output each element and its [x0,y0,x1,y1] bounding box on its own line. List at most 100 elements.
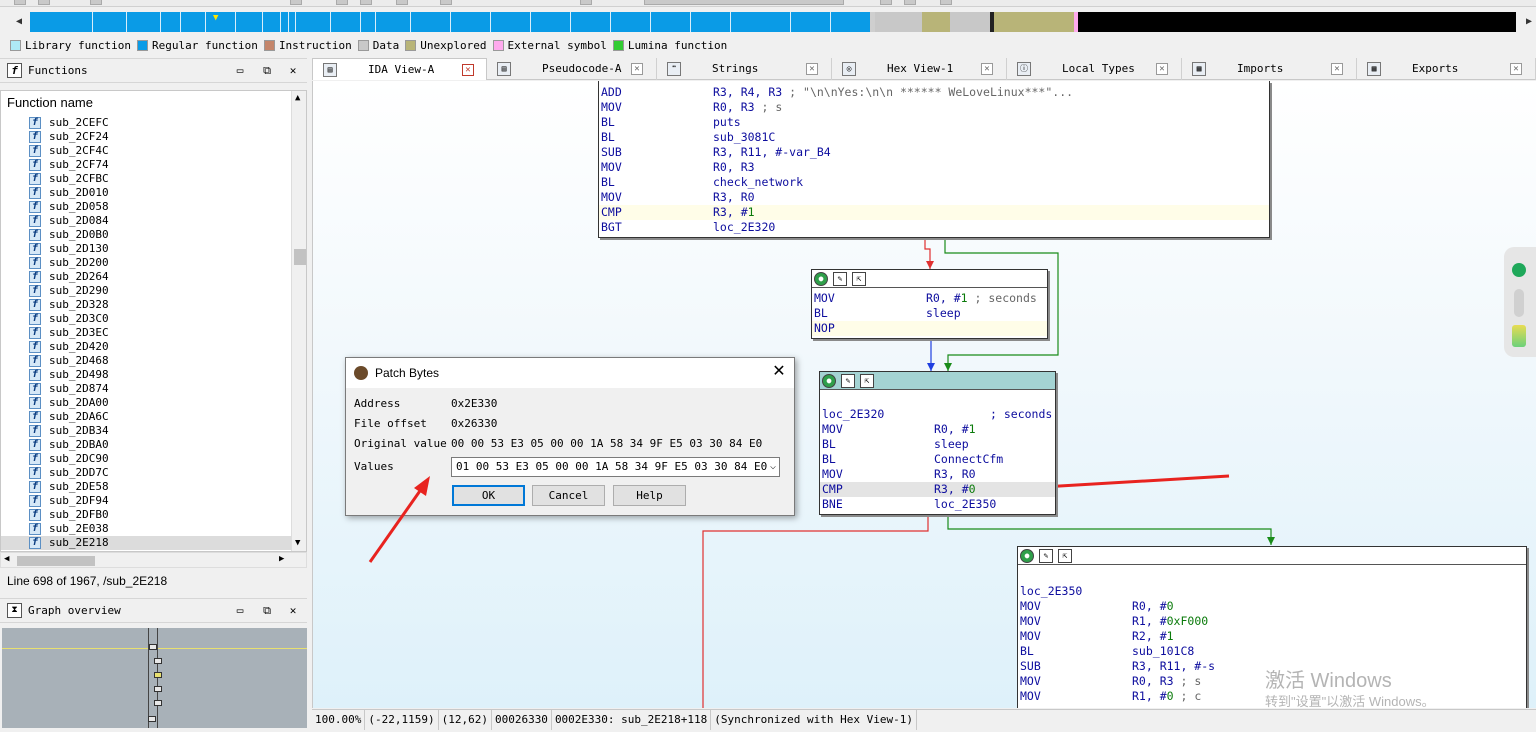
mnemonic[interactable]: MOV [601,190,622,205]
mnemonic[interactable]: SUB [601,145,622,160]
function-name[interactable]: sub_2DB34 [49,424,109,437]
instruction-line[interactable]: BL check_network [599,175,1269,190]
function-name[interactable]: sub_2D264 [49,270,109,283]
maximize-icon[interactable]: ▭ [233,64,247,78]
close-icon[interactable]: ✕ [806,63,818,75]
function-name[interactable]: sub_2DA00 [49,396,109,409]
function-list-item[interactable]: f sub_2E038 [1,522,291,536]
operands[interactable]: R3, R11, #-s [1132,659,1215,674]
function-list-item[interactable]: f sub_2DB34 [1,424,291,438]
operands[interactable]: R0, R3 ; s [1132,674,1201,689]
code-block-loc-2e320[interactable]: ● ✎ ⇱ loc_2E320 ; seconds MOV R0, #1 BL sle… [819,371,1056,515]
function-list-item[interactable]: f sub_2D010 [1,186,291,200]
scrollbar-thumb[interactable] [17,556,95,566]
function-list-item[interactable]: f sub_2E218 [1,536,291,550]
operands[interactable]: R3, R4, R3 ; "\n\nYes:\n\n ****** WeLove… [713,85,1073,100]
instruction-line[interactable]: BL puts [599,115,1269,130]
function-list-item[interactable]: f sub_2CF74 [1,158,291,172]
instruction-line[interactable]: CMP R3, #0 [820,482,1055,497]
close-icon[interactable]: ✕ [981,63,993,75]
operands[interactable]: R3, #0 [934,482,976,497]
operands[interactable]: loc_2E320 [713,220,775,235]
group-nodes-icon[interactable]: ⇱ [852,272,866,286]
mnemonic[interactable]: BL [601,115,615,130]
toolbar-button[interactable] [940,0,952,5]
mnemonic[interactable]: MOV [601,160,622,175]
close-icon[interactable]: ✕ [770,363,788,381]
group-nodes-icon[interactable]: ⇱ [860,374,874,388]
operands[interactable]: sub_3081C [713,130,775,145]
function-list-item[interactable]: f sub_2D3EC [1,326,291,340]
instruction-line[interactable]: MOV R0, #0 [1018,599,1526,614]
function-list-item[interactable]: f sub_2DA6C [1,410,291,424]
color-node-icon[interactable]: ● [814,272,828,286]
function-name[interactable]: sub_2D874 [49,382,109,395]
values-input[interactable]: 01 00 53 E3 05 00 00 1A 58 34 9F E5 03 3… [456,460,767,473]
block-label-line[interactable]: loc_2E350 [1018,584,1526,599]
dialog-titlebar[interactable]: Patch Bytes ✕ [346,358,794,388]
mnemonic[interactable]: MOV [814,291,835,306]
code-block-check-network[interactable]: ADD R3, R4, R3 ; "\n\nYes:\n\n ****** WeL… [598,81,1270,238]
close-icon[interactable]: ✕ [1510,63,1522,75]
operands[interactable]: check_network [713,175,803,190]
tab-ida-view-a[interactable]: ▤ IDA View-A ✕ [312,58,487,80]
mnemonic[interactable]: BL [601,130,615,145]
mnemonic[interactable]: MOV [822,467,843,482]
instruction-line[interactable]: CMP R3, #1 [599,205,1269,220]
operands[interactable]: R3, #1 [713,205,755,220]
operands[interactable]: loc_2E350 [934,497,996,512]
mnemonic[interactable]: BL [601,175,615,190]
scroll-right-icon[interactable]: ▶ [279,554,284,564]
scroll-up-icon[interactable]: ▲ [295,93,300,103]
toolbar-button[interactable] [336,0,348,5]
tab-label[interactable]: Local Types [1062,62,1135,75]
code-block-sleep[interactable]: ● ✎ ⇱ MOV R0, #1 ; seconds BL sleep NOP [811,269,1048,339]
function-name[interactable]: sub_2DF94 [49,494,109,507]
function-name[interactable]: sub_2E038 [49,522,109,535]
nav-right-arrow-icon[interactable]: ▶ [1522,12,1536,32]
functions-list[interactable]: Function name f sub_2CEFC f sub_2CF24 f sub_2… [0,90,307,552]
tab-label[interactable]: Strings [712,62,758,75]
function-name[interactable]: sub_2D468 [49,354,109,367]
instruction-line[interactable]: NOP [812,321,1047,336]
tab-strings[interactable]: ❝ Strings ✕ [657,58,832,80]
mnemonic[interactable]: BL [822,437,836,452]
function-list-item[interactable]: f sub_2D874 [1,382,291,396]
function-list-item[interactable]: f sub_2D084 [1,214,291,228]
function-name[interactable]: sub_2D130 [49,242,109,255]
operands[interactable]: R1, #0 ; c [1132,689,1201,704]
mnemonic[interactable]: SUB [1020,659,1041,674]
operands[interactable]: puts [713,115,741,130]
function-list-item[interactable]: f sub_2D3C0 [1,312,291,326]
operands[interactable]: R1, #0xF000 [1132,614,1208,629]
instruction-line[interactable]: BL sleep [812,306,1047,321]
operands[interactable]: R3, R0 [934,467,976,482]
operands[interactable]: ConnectCfm [934,452,1003,467]
mnemonic[interactable]: BGT [601,220,622,235]
function-list-item[interactable]: f sub_2D130 [1,242,291,256]
mnemonic[interactable]: BL [814,306,828,321]
mnemonic[interactable]: MOV [1020,614,1041,629]
scroll-down-icon[interactable]: ▼ [295,538,300,548]
function-list-item[interactable]: f sub_2CF4C [1,144,291,158]
tab-label[interactable]: Imports [1237,62,1283,75]
function-list-item[interactable]: f sub_2CFBC [1,172,291,186]
function-name[interactable]: sub_2DFB0 [49,508,109,521]
function-list-item[interactable]: f sub_2D290 [1,284,291,298]
function-list-item[interactable]: f sub_2DA00 [1,396,291,410]
group-nodes-icon[interactable]: ⇱ [1058,549,1072,563]
operands[interactable]: R0, #0 [1132,599,1174,614]
instruction-line[interactable]: BL ConnectCfm [820,452,1055,467]
graph-overview-canvas[interactable] [2,628,307,728]
scroll-left-icon[interactable]: ◀ [4,554,9,564]
mnemonic[interactable]: CMP [601,205,622,220]
block-label[interactable]: loc_2E320 [822,407,884,422]
tab-label[interactable]: Hex View-1 [887,62,953,75]
instruction-line[interactable]: MOV R0, R3 [599,160,1269,175]
toolbar-button[interactable] [580,0,592,5]
close-icon[interactable]: ✕ [462,64,474,76]
function-name[interactable]: sub_2CFBC [49,172,109,185]
function-list-item[interactable]: f sub_2D0B0 [1,228,291,242]
rename-node-icon[interactable]: ✎ [1039,549,1053,563]
operands[interactable]: R0, R3 ; s [713,100,782,115]
